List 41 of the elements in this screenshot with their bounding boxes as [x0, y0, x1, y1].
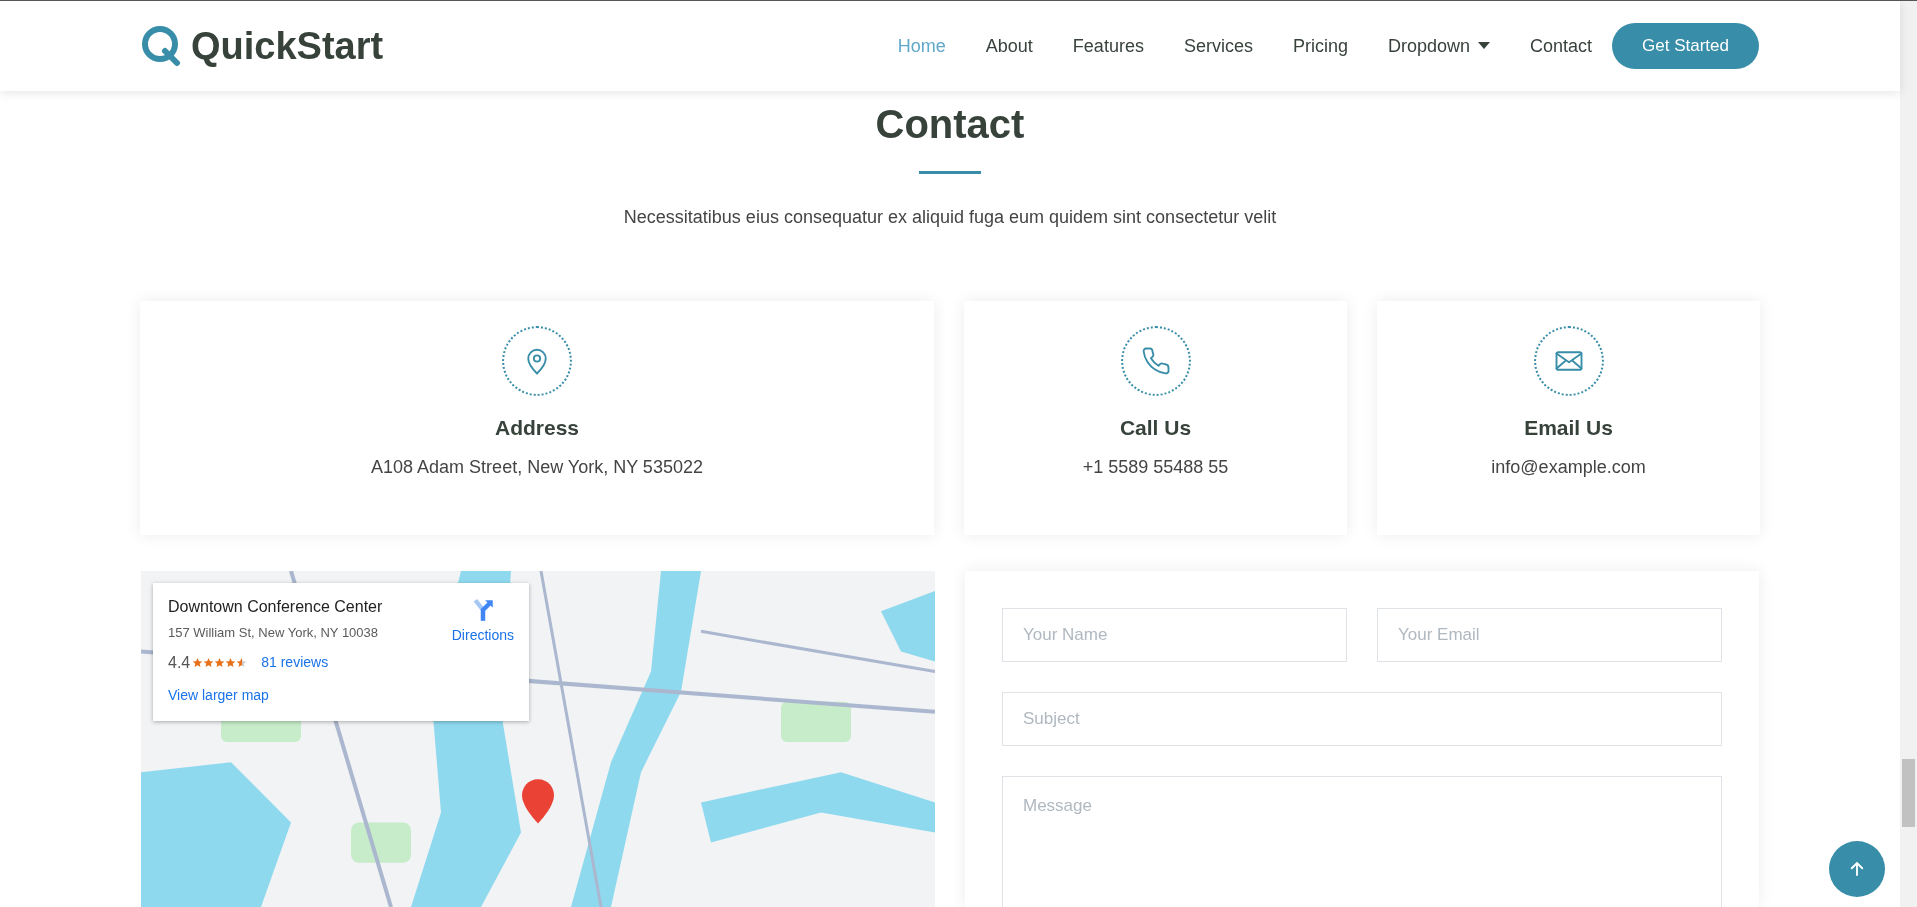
card-text: A108 Adam Street, New York, NY 535022 [371, 455, 703, 479]
site-logo[interactable]: QuickStart [141, 25, 384, 67]
directions-link[interactable]: Directions [451, 597, 514, 646]
star-icon [236, 657, 248, 668]
text-field[interactable]: Your Email [1377, 608, 1722, 662]
section-subtitle: Necessitatibus eius consequatur ex aliquid fuga eum quidem sint consectetur velit [623, 206, 1277, 229]
scrollbar[interactable] [1900, 1, 1917, 907]
logo-text: QuickStart [191, 27, 384, 65]
place-name: Downtown Conference Center [168, 597, 384, 617]
star-icon [203, 657, 215, 668]
map-view[interactable]: Downtown Conference Center 157 William St, New York, NY 10038 4.4 81 reviews View larger map Directions [141, 571, 935, 907]
nav-link[interactable]: About [985, 32, 1033, 60]
card-title: Email Us [1524, 415, 1613, 441]
phone-icon [1140, 346, 1171, 376]
get-started-button[interactable]: Get Started [1612, 23, 1759, 69]
star-icon [225, 657, 237, 668]
section-title: Contact [875, 101, 1025, 148]
text-field[interactable]: Subject [1002, 692, 1722, 746]
card-title: Address [495, 415, 579, 441]
arrow-up-icon [1848, 860, 1866, 878]
logo-icon [141, 25, 183, 67]
scrollbar-thumb[interactable] [1902, 759, 1915, 827]
message-field[interactable]: Message [1002, 776, 1722, 907]
nav-link[interactable]: Pricing [1292, 32, 1348, 60]
caret-icon [1478, 42, 1490, 50]
text-field[interactable]: Your Name [1002, 608, 1347, 662]
nav-link[interactable]: Features [1072, 32, 1144, 60]
nav-link[interactable]: Dropdown [1387, 32, 1490, 60]
nav-link[interactable]: Services [1183, 32, 1253, 60]
star-icon [192, 657, 204, 668]
card-title: Call Us [1119, 415, 1192, 441]
star-icon [214, 657, 226, 668]
card-text: info@example.com [1491, 455, 1646, 479]
title-underline [919, 171, 981, 174]
rating-value: 4.4 [168, 652, 191, 673]
nav-link[interactable]: Contact [1530, 32, 1593, 60]
reviews-link[interactable]: 81 reviews [261, 652, 329, 673]
place-address: 157 William St, New York, NY 10038 [168, 624, 380, 642]
card-text: +1 5589 55488 55 [1082, 455, 1229, 479]
back-to-top-button[interactable] [1829, 841, 1885, 897]
larger-map-link[interactable]: View larger map [168, 684, 269, 706]
